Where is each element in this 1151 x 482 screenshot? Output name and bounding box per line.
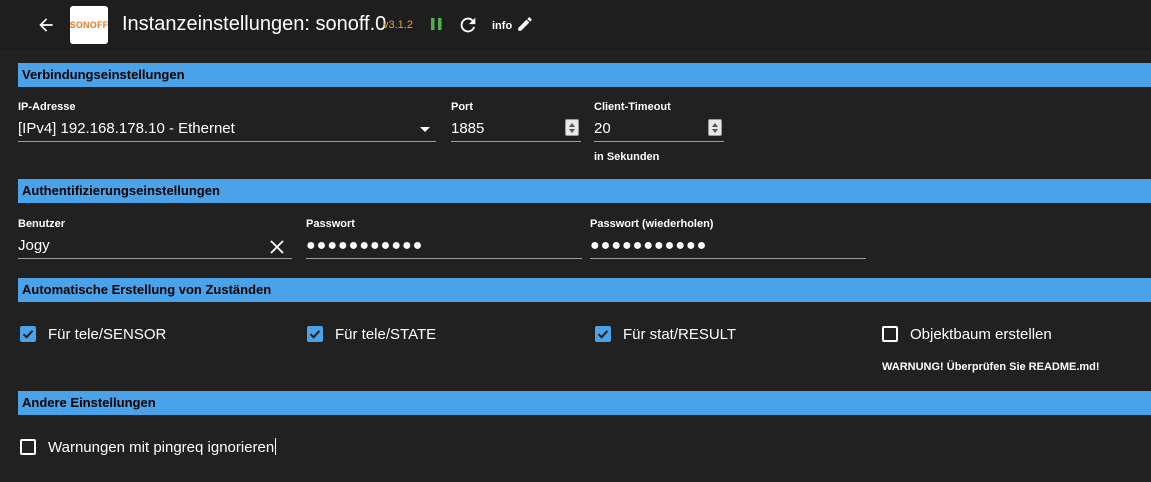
checkbox-object-tree[interactable]: Objektbaum erstellen bbox=[882, 324, 1052, 344]
port-label: Port bbox=[451, 101, 473, 113]
checkbox-label: Objektbaum erstellen bbox=[910, 325, 1052, 343]
ip-address-value: [IPv4] 192.168.178.10 - Ethernet bbox=[18, 120, 235, 137]
clear-button[interactable] bbox=[270, 239, 284, 254]
password-input[interactable]: ●●●●●●●●●●● bbox=[306, 235, 582, 259]
port-value: 1885 bbox=[451, 120, 485, 137]
checkbox-label: Für tele/STATE bbox=[335, 325, 437, 343]
refresh-button[interactable] bbox=[457, 14, 479, 36]
back-button[interactable] bbox=[34, 13, 58, 37]
checkbox-label: Für stat/RESULT bbox=[623, 325, 737, 343]
checkbox-checked-icon[interactable] bbox=[307, 326, 323, 342]
stepper-up-icon bbox=[569, 123, 575, 127]
checkbox-tele-sensor[interactable]: Für tele/SENSOR bbox=[20, 324, 166, 344]
checkbox-label: Für tele/SENSOR bbox=[48, 325, 167, 343]
checkbox-ignore-pingreq[interactable]: Warnungen mit pingreq ignorieren bbox=[20, 437, 277, 457]
page-title: Instanzeinstellungen: sonoff.0 bbox=[122, 13, 387, 35]
port-stepper[interactable] bbox=[565, 119, 579, 136]
arrow-back-icon bbox=[39, 18, 53, 32]
sonoff-logo: SONOFF bbox=[70, 6, 108, 44]
password-repeat-value: ●●●●●●●●●●● bbox=[590, 237, 708, 254]
checkbox-unchecked-icon[interactable] bbox=[882, 326, 898, 342]
stepper-up-icon bbox=[712, 123, 718, 127]
checkbox-label: Warnungen mit pingreq ignorieren bbox=[48, 438, 277, 456]
ignore-pingreq-label: Warnungen mit pingreq ignorieren bbox=[48, 439, 275, 456]
refresh-icon bbox=[460, 17, 476, 33]
user-input[interactable]: Jogy bbox=[18, 235, 292, 259]
client-timeout-helper: in Sekunden bbox=[594, 151, 660, 163]
client-timeout-input[interactable]: 20 bbox=[594, 118, 724, 142]
password-repeat-label: Passwort (wiederholen) bbox=[590, 218, 714, 230]
settings-content bbox=[0, 50, 1151, 482]
client-timeout-value: 20 bbox=[594, 120, 611, 137]
checkbox-stat-result[interactable]: Für stat/RESULT bbox=[595, 324, 736, 344]
ip-address-label: IP-Adresse bbox=[18, 101, 76, 113]
ip-address-select[interactable]: [IPv4] 192.168.178.10 - Ethernet bbox=[18, 118, 436, 142]
logo-text: SONOFF bbox=[69, 20, 109, 30]
close-icon bbox=[270, 240, 284, 254]
password-label: Passwort bbox=[306, 218, 355, 230]
info-label[interactable]: info bbox=[492, 20, 512, 32]
edit-pencil-icon bbox=[518, 17, 532, 31]
checkbox-checked-icon[interactable] bbox=[20, 326, 36, 342]
stepper-down-icon bbox=[569, 129, 575, 133]
password-repeat-input[interactable]: ●●●●●●●●●●● bbox=[590, 235, 866, 259]
version-badge: v3.1.2 bbox=[383, 19, 413, 31]
user-label: Benutzer bbox=[18, 218, 66, 230]
section-header-connection: Verbindungseinstellungen bbox=[18, 63, 1151, 87]
port-input[interactable]: 1885 bbox=[451, 118, 581, 142]
checkbox-checked-icon[interactable] bbox=[595, 326, 611, 342]
checkbox-unchecked-icon[interactable] bbox=[20, 439, 36, 455]
text-cursor bbox=[275, 438, 277, 455]
readme-warning: WARNUNG! Überprüfen Sie README.md! bbox=[882, 361, 1100, 373]
stepper-down-icon bbox=[712, 129, 718, 133]
user-value: Jogy bbox=[18, 237, 50, 254]
section-header-auto-states: Automatische Erstellung von Zuständen bbox=[18, 278, 1151, 302]
password-value: ●●●●●●●●●●● bbox=[306, 237, 424, 254]
section-header-other: Andere Einstellungen bbox=[18, 391, 1151, 415]
edit-button[interactable] bbox=[516, 15, 534, 33]
checkbox-tele-state[interactable]: Für tele/STATE bbox=[307, 324, 436, 344]
pause-icon bbox=[431, 18, 442, 30]
section-header-auth: Authentifizierungseinstellungen bbox=[18, 179, 1151, 203]
client-timeout-stepper[interactable] bbox=[708, 119, 722, 136]
client-timeout-label: Client-Timeout bbox=[594, 101, 671, 113]
chevron-down-icon bbox=[420, 127, 430, 132]
pause-button[interactable] bbox=[428, 15, 446, 35]
top-bar: SONOFF Instanzeinstellungen: sonoff.0 v3… bbox=[0, 0, 1151, 50]
